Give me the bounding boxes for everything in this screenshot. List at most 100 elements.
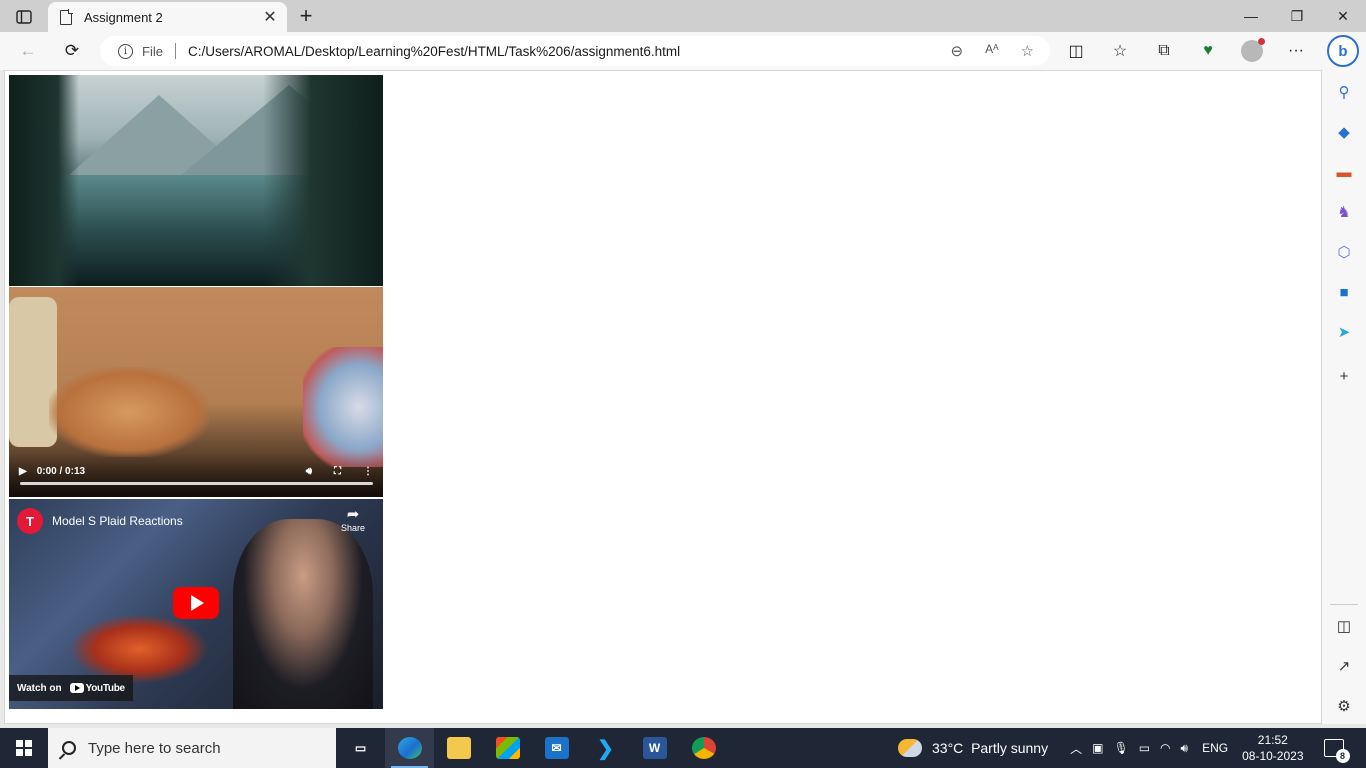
back-button[interactable]: ←	[14, 38, 42, 64]
new-tab-button[interactable]: +	[293, 3, 319, 28]
tab-title: Assignment 2	[84, 9, 163, 25]
url-text[interactable]: C:/Users/AROMAL/Desktop/Learning%20Fest/…	[188, 44, 951, 59]
weather-temperature: 33°C	[932, 740, 964, 756]
taskbar-search-box[interactable]: Type here to search	[48, 728, 336, 768]
kitten-video-player[interactable]: ▶ 0:00 / 0:13 🔊︎ ⛶ ⋮	[9, 287, 383, 497]
address-bar[interactable]: i File C:/Users/AROMAL/Desktop/Learning%…	[100, 36, 1050, 66]
external-link-icon[interactable]: ↗	[1334, 656, 1354, 676]
hide-sidebar-icon[interactable]: ◫	[1334, 616, 1354, 636]
pillow-shape	[303, 347, 383, 467]
zoom-out-icon[interactable]: ⊖	[951, 42, 964, 60]
system-tray: 33°C Partly sunny ︿ ▣ 🎙︎ ▭ ◠ 🔊︎ ENG 21:5…	[898, 728, 1350, 768]
clock[interactable]: 21:52 08-10-2023	[1242, 732, 1303, 764]
word-icon: W	[642, 737, 667, 759]
share-button[interactable]: ➦ Share	[341, 507, 365, 534]
store-button[interactable]	[483, 728, 532, 768]
wifi-icon[interactable]: ◠	[1160, 741, 1170, 755]
trees-left	[9, 75, 79, 286]
close-window-button[interactable]: ✕	[1320, 0, 1366, 32]
more-options-icon[interactable]: ⋮	[363, 466, 373, 477]
avatar	[1241, 38, 1265, 62]
browser-essentials-icon[interactable]: ♥	[1194, 38, 1222, 64]
youtube-play-mark-icon	[69, 683, 84, 693]
restore-button[interactable]: ❐	[1274, 0, 1320, 32]
youtube-play-button[interactable]	[173, 587, 219, 619]
youtube-embed[interactable]: T Model S Plaid Reactions ➦ Share Watch …	[9, 499, 383, 709]
weather-condition: Partly sunny	[971, 740, 1049, 756]
taskbar-apps: ▭ ✉ ❯ W	[336, 728, 728, 768]
search-icon	[62, 741, 76, 755]
mail-icon: ✉	[544, 737, 569, 759]
drop-icon[interactable]: ➤	[1334, 322, 1354, 342]
volume-icon[interactable]: 🔊︎	[1181, 741, 1189, 756]
microsoft-365-icon[interactable]: ⬡	[1334, 242, 1354, 262]
window-controls: — ❐ ✕	[1228, 0, 1366, 32]
youtube-logo: YouTube	[69, 683, 125, 694]
start-button[interactable]	[0, 728, 48, 768]
volume-icon[interactable]: 🔊︎	[306, 466, 312, 477]
battery-icon[interactable]: ▭	[1139, 741, 1150, 755]
more-menu-icon[interactable]: ···	[1282, 38, 1310, 64]
outlook-icon[interactable]: ■	[1334, 282, 1354, 302]
toolbar-actions: ◫ ☆ ⧉ ♥ ···	[1062, 38, 1310, 64]
video-time: 0:00 / 0:13	[36, 465, 86, 477]
clock-time: 21:52	[1257, 733, 1288, 747]
search-icon[interactable]: ⚲	[1334, 82, 1354, 102]
chrome-button[interactable]	[679, 728, 728, 768]
partly-sunny-icon[interactable]	[898, 739, 922, 757]
windows-logo-icon	[16, 740, 32, 756]
browser-tab-active[interactable]: Assignment 2 ✕	[48, 2, 287, 32]
games-icon[interactable]: ♞	[1334, 202, 1354, 222]
task-view-button[interactable]: ▭	[336, 728, 385, 768]
dashboard-glow	[69, 614, 209, 684]
mail-button[interactable]: ✉	[532, 728, 581, 768]
chrome-icon	[691, 737, 716, 759]
word-button[interactable]: W	[630, 728, 679, 768]
info-icon[interactable]: i	[118, 43, 133, 59]
document-icon	[60, 9, 73, 25]
sidebar-settings-icon[interactable]: ⚙	[1334, 696, 1354, 716]
video-controls-row: ▶ 0:00 / 0:13 🔊︎ ⛶ ⋮	[19, 463, 373, 479]
fullscreen-icon[interactable]: ⛶	[334, 466, 341, 477]
channel-logo[interactable]: T	[17, 508, 43, 534]
clock-date: 08-10-2023	[1242, 749, 1304, 763]
youtube-header: T Model S Plaid Reactions	[17, 507, 375, 535]
read-aloud-icon[interactable]: Aᴬ	[985, 42, 998, 60]
file-explorer-button[interactable]	[434, 728, 483, 768]
video-control-icons: 🔊︎ ⛶ ⋮	[306, 466, 373, 477]
chevron-up-icon[interactable]: ︿	[1070, 740, 1082, 757]
vscode-button[interactable]: ❯	[581, 728, 630, 768]
video-progress-bar[interactable]	[20, 482, 373, 485]
browser-toolbar: ← ⟳ i File C:/Users/AROMAL/Desktop/Learn…	[0, 32, 1366, 70]
minimize-button[interactable]: —	[1228, 0, 1274, 32]
windows-taskbar: Type here to search ▭ ✉ ❯ W 33°C Partly …	[0, 728, 1366, 768]
address-bar-icons: ⊖ Aᴬ ☆	[951, 42, 1034, 60]
trees-right	[263, 75, 383, 286]
play-icon[interactable]: ▶	[19, 466, 27, 477]
tab-close-button[interactable]: ✕	[261, 8, 279, 26]
tab-actions-button[interactable]	[10, 6, 38, 28]
laughing-driver	[233, 519, 373, 709]
notification-center-icon[interactable]: 8	[1323, 739, 1350, 763]
language-indicator[interactable]: ENG	[1202, 741, 1228, 755]
microphone-icon[interactable]: 🎙︎	[1113, 741, 1128, 755]
add-sidebar-app-icon[interactable]: +	[1334, 366, 1354, 386]
split-screen-icon[interactable]: ◫	[1062, 38, 1090, 64]
watch-on-youtube-button[interactable]: Watch on YouTube	[9, 675, 133, 701]
shopping-tag-icon[interactable]: ◆	[1334, 122, 1354, 142]
profile-button[interactable]	[1238, 38, 1266, 64]
edge-icon	[397, 737, 422, 759]
weather-widget[interactable]: 33°C Partly sunny	[932, 740, 1048, 756]
edge-sidebar: ⚲ ◆ ▬ ♞ ⬡ ■ ➤ + ◫ ↗ ⚙	[1322, 70, 1366, 724]
refresh-button[interactable]: ⟳	[58, 38, 86, 64]
edge-taskbar-button[interactable]	[385, 728, 434, 768]
favorites-icon[interactable]: ☆	[1106, 38, 1134, 64]
collections-icon[interactable]: ⧉	[1150, 38, 1178, 64]
tools-icon[interactable]: ▬	[1334, 162, 1354, 182]
notification-count-badge: 8	[1335, 749, 1350, 763]
youtube-video-title[interactable]: Model S Plaid Reactions	[52, 514, 375, 528]
copilot-icon[interactable]: b	[1327, 35, 1359, 67]
page-viewport: ▶ 0:00 / 0:13 🔊︎ ⛶ ⋮ T Model S Plaid Rea…	[4, 70, 1322, 724]
camera-icon[interactable]: ▣	[1092, 741, 1103, 755]
favorite-star-icon[interactable]: ☆	[1021, 42, 1034, 60]
